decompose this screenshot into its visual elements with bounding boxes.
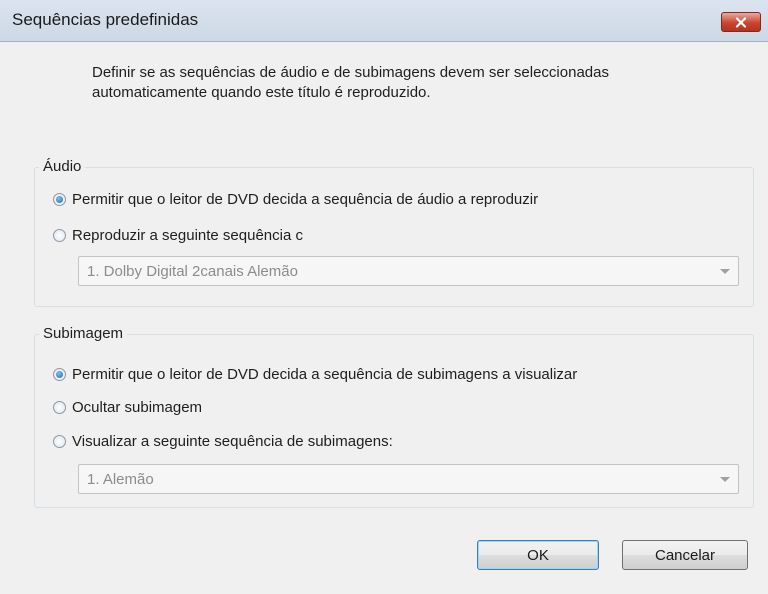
cancel-button[interactable]: Cancelar <box>622 540 748 570</box>
subpicture-option-auto[interactable]: Permitir que o leitor de DVD decida a se… <box>53 364 577 384</box>
chevron-down-icon <box>720 477 730 482</box>
subpicture-option-specific[interactable]: Visualizar a seguinte sequência de subim… <box>53 431 393 451</box>
chevron-down-icon <box>720 269 730 274</box>
audio-option-auto-label: Permitir que o leitor de DVD decida a se… <box>72 190 539 208</box>
radio-audio-auto[interactable] <box>53 192 66 206</box>
ok-button[interactable]: OK <box>477 540 599 570</box>
close-icon <box>735 16 747 28</box>
subpicture-stream-dropdown[interactable]: 1. Alemão <box>78 464 739 494</box>
subpicture-option-hide-label: Ocultar subimagem <box>72 398 203 416</box>
audio-stream-value: 1. Dolby Digital 2canais Alemão <box>87 263 298 280</box>
description-text: Definir se as sequências de áudio e de s… <box>92 64 609 101</box>
audio-option-auto[interactable]: Permitir que o leitor de DVD decida a se… <box>53 189 538 209</box>
subpicture-option-auto-label: Permitir que o leitor de DVD decida a se… <box>72 365 578 383</box>
subpicture-option-specific-label: Visualizar a seguinte sequência de subim… <box>72 432 393 450</box>
audio-stream-dropdown[interactable]: 1. Dolby Digital 2canais Alemão <box>78 256 739 286</box>
audio-option-specific[interactable]: Reproduzir a seguinte sequência c <box>53 225 303 245</box>
dialog-body <box>0 42 768 594</box>
radio-audio-specific[interactable] <box>53 228 66 242</box>
radio-subpicture-auto[interactable] <box>53 367 66 381</box>
audio-option-specific-label: Reproduzir a seguinte sequência c <box>72 226 303 244</box>
window-title: Sequências predefinidas <box>12 10 199 29</box>
title-bar: Sequências predefinidas <box>0 0 768 42</box>
radio-subpicture-specific[interactable] <box>53 434 66 448</box>
subpicture-stream-value: 1. Alemão <box>87 471 154 488</box>
subpicture-option-hide[interactable]: Ocultar subimagem <box>53 397 202 417</box>
subpicture-group-title: Subimagem <box>39 325 128 343</box>
close-button[interactable] <box>721 12 761 32</box>
audio-group-title: Áudio <box>39 158 86 176</box>
radio-subpicture-hide[interactable] <box>53 400 66 414</box>
